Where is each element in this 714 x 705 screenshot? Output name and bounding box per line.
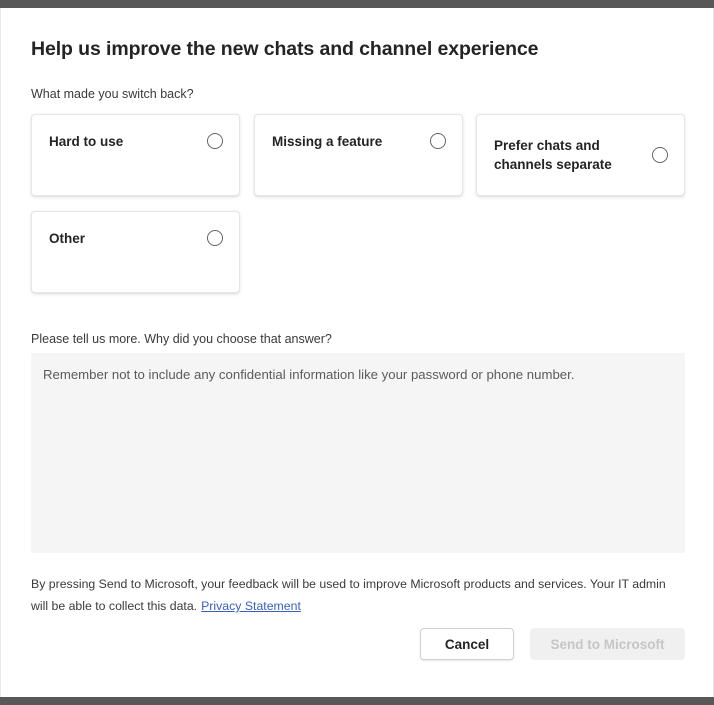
radio-unchecked-icon[interactable] (430, 133, 446, 149)
option-label: Prefer chats and channels separate (494, 138, 612, 172)
radio-unchecked-icon[interactable] (207, 230, 223, 246)
page-title: Help us improve the new chats and channe… (31, 38, 539, 60)
option-label: Missing a feature (272, 134, 383, 149)
option-label: Other (49, 231, 86, 246)
option-card-other[interactable]: Other (31, 211, 240, 293)
disclaimer-text: By pressing Send to Microsoft, your feed… (31, 577, 666, 613)
privacy-statement-link[interactable]: Privacy Statement (201, 599, 301, 613)
radio-unchecked-icon[interactable] (207, 133, 223, 149)
option-label: Hard to use (49, 134, 124, 149)
more-details-label: Please tell us more. Why did you choose … (31, 332, 332, 346)
option-card-hard-to-use[interactable]: Hard to use (31, 114, 240, 196)
disclaimer: By pressing Send to Microsoft, your feed… (31, 573, 677, 617)
feedback-dialog: Help us improve the new chats and channe… (0, 8, 714, 697)
window-chrome-top (0, 0, 714, 8)
window-chrome-bottom (0, 697, 714, 705)
feedback-dialog-window: Help us improve the new chats and channe… (0, 0, 714, 705)
option-card-prefer-chats-and-channels-separate[interactable]: Prefer chats and channels separate (476, 114, 685, 196)
question-label: What made you switch back? (31, 87, 194, 101)
cancel-button[interactable]: Cancel (420, 628, 514, 660)
radio-unchecked-icon[interactable] (652, 147, 668, 163)
feedback-textarea[interactable] (31, 353, 685, 553)
option-card-missing-a-feature[interactable]: Missing a feature (254, 114, 463, 196)
send-to-microsoft-button: Send to Microsoft (530, 628, 685, 660)
